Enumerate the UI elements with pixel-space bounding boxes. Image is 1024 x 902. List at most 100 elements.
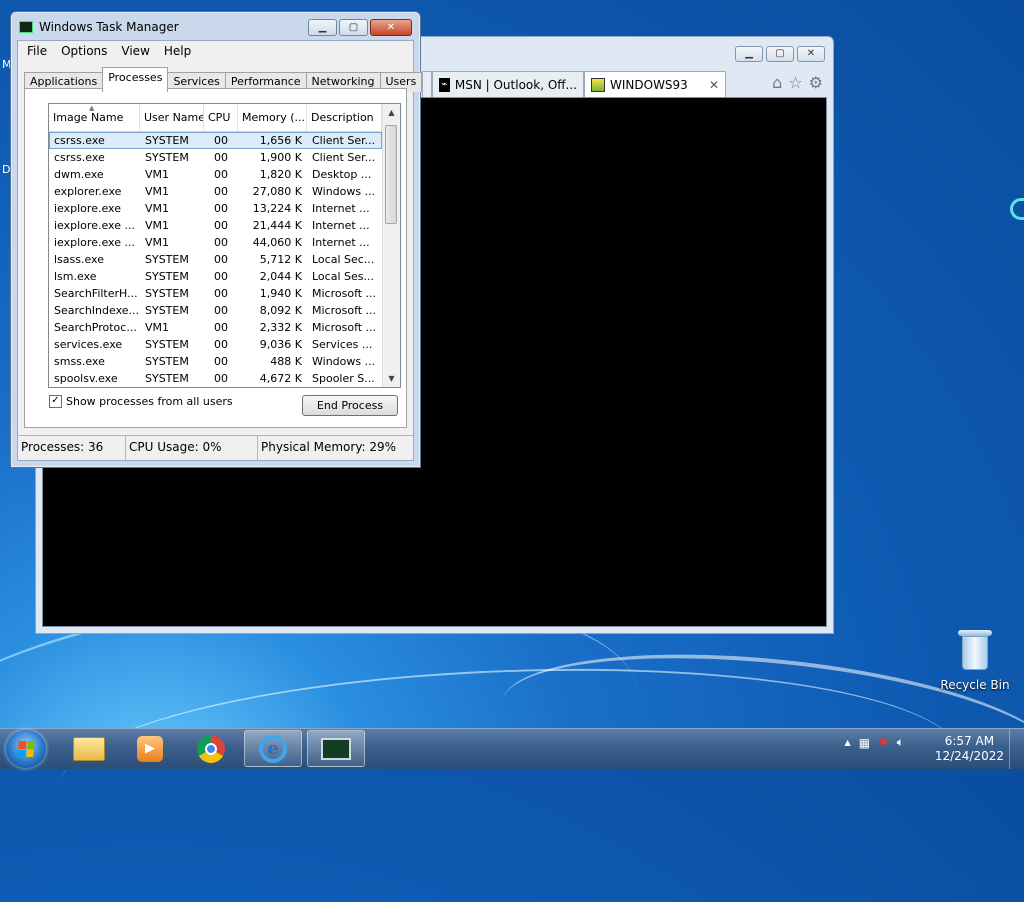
home-icon[interactable]: ⌂ <box>772 73 782 92</box>
browser-toolbar-icons: ⌂ ☆ ⚙ <box>772 73 823 92</box>
show-desktop-button[interactable] <box>1009 729 1024 769</box>
cell-user-name: VM1 <box>145 219 170 232</box>
cell-description: Microsoft ... <box>312 321 377 334</box>
close-button[interactable]: ✕ <box>370 19 412 36</box>
cell-image-name: dwm.exe <box>54 168 104 181</box>
menu-view[interactable]: View <box>114 42 156 60</box>
cell-memory: 8,092 K <box>259 304 302 317</box>
cell-image-name: iexplore.exe <box>54 202 121 215</box>
scroll-down-icon[interactable]: ▼ <box>383 370 400 387</box>
table-row[interactable]: csrss.exe SYSTEM 00 1,656 K Client Ser... <box>49 132 382 149</box>
task-manager-window[interactable]: Windows Task Manager ▁ ▢ ✕ File Options … <box>10 11 423 468</box>
status-cpu-usage: CPU Usage: 0% <box>126 436 258 460</box>
gear-icon[interactable]: ⚙ <box>809 73 823 92</box>
chrome-icon <box>197 734 225 763</box>
table-row[interactable]: SearchIndexe... SYSTEM 00 8,092 K Microsoft … <box>49 302 382 319</box>
process-list[interactable]: ▲ Image Name User Name CPU Memory (... D… <box>48 103 401 388</box>
browser-tab-windows93[interactable]: WINDOWS93 ✕ <box>584 71 726 97</box>
cell-description: Windows ... <box>312 355 376 368</box>
cell-description: Local Ses... <box>312 270 374 283</box>
sort-ascending-icon: ▲ <box>89 104 95 112</box>
cell-image-name: spoolsv.exe <box>54 372 118 385</box>
table-row[interactable]: dwm.exe VM1 00 1,820 K Desktop ... <box>49 166 382 183</box>
table-row[interactable]: SearchFilterH... SYSTEM 00 1,940 K Microsoft… <box>49 285 382 302</box>
cell-description: Services ... <box>312 338 373 351</box>
scrollbar-thumb[interactable] <box>385 125 397 224</box>
window-controls: ▁ ▢ ✕ <box>308 19 412 36</box>
table-row[interactable]: iexplore.exe ... VM1 00 44,060 K Internet ..… <box>49 234 382 251</box>
column-user-name[interactable]: User Name <box>140 104 204 131</box>
status-bar: Processes: 36 CPU Usage: 0% Physical Mem… <box>18 435 413 460</box>
cell-cpu: 00 <box>214 202 228 215</box>
taskbar-chrome[interactable] <box>182 730 240 767</box>
cell-cpu: 00 <box>214 355 228 368</box>
browser-tab-partial[interactable] <box>422 71 432 97</box>
start-button[interactable] <box>6 730 46 768</box>
table-row[interactable]: csrss.exe SYSTEM 00 1,900 K Client Ser... <box>49 149 382 166</box>
cell-cpu: 00 <box>214 372 228 385</box>
tab-processes[interactable]: Processes <box>102 67 169 92</box>
cell-cpu: 00 <box>214 287 228 300</box>
minimize-button[interactable]: ▁ <box>308 19 337 36</box>
menu-file[interactable]: File <box>20 42 54 60</box>
table-row[interactable]: lsass.exe SYSTEM 00 5,712 K Local Sec... <box>49 251 382 268</box>
favorites-star-icon[interactable]: ☆ <box>788 73 802 92</box>
table-row[interactable]: iexplore.exe ... VM1 00 21,444 K Internet ..… <box>49 217 382 234</box>
cell-cpu: 00 <box>214 185 228 198</box>
cell-memory: 1,900 K <box>259 151 302 164</box>
taskbar-media-player[interactable]: ▶ <box>121 730 179 767</box>
table-row[interactable]: explorer.exe VM1 00 27,080 K Windows ... <box>49 183 382 200</box>
menu-options[interactable]: Options <box>54 42 114 60</box>
status-processes: Processes: 36 <box>18 436 126 460</box>
recycle-bin[interactable]: Recycle Bin <box>940 630 1010 692</box>
task-manager-icon <box>321 737 351 760</box>
close-button[interactable]: ✕ <box>797 46 825 62</box>
column-cpu[interactable]: CPU <box>204 104 238 131</box>
cell-memory: 13,224 K <box>252 202 302 215</box>
menu-help[interactable]: Help <box>157 42 198 60</box>
clock-time: 6:57 AM <box>944 734 995 748</box>
show-all-users-checkbox[interactable]: ✓ Show processes from all users <box>49 395 233 408</box>
table-row[interactable]: services.exe SYSTEM 00 9,036 K Services ... <box>49 336 382 353</box>
taskbar-explorer[interactable] <box>60 730 118 767</box>
vertical-scrollbar[interactable]: ▲ ▼ <box>382 104 400 387</box>
cell-user-name: SYSTEM <box>145 372 189 385</box>
column-image-name[interactable]: Image Name <box>49 104 140 131</box>
browser-window-controls: ▁ ▢ ✕ <box>735 46 825 62</box>
msn-icon: ⌁ <box>439 77 450 92</box>
column-description[interactable]: Description <box>307 104 382 131</box>
cell-memory: 1,820 K <box>259 168 302 181</box>
cell-description: Windows ... <box>312 185 376 198</box>
scroll-up-icon[interactable]: ▲ <box>383 104 400 121</box>
cell-image-name: services.exe <box>54 338 123 351</box>
maximize-button[interactable]: ▢ <box>766 46 794 62</box>
checkbox-box[interactable]: ✓ <box>49 395 62 408</box>
end-process-button[interactable]: End Process <box>302 395 398 416</box>
table-row[interactable]: SearchProtoc... VM1 00 2,332 K Microsoft ... <box>49 319 382 336</box>
table-row[interactable]: lsm.exe SYSTEM 00 2,044 K Local Ses... <box>49 268 382 285</box>
show-hidden-icons-icon[interactable]: ▲ <box>845 738 851 747</box>
browser-tab-label: WINDOWS93 <box>610 77 688 92</box>
table-row[interactable]: spoolsv.exe SYSTEM 00 4,672 K Spooler S... <box>49 370 382 387</box>
cell-memory: 2,044 K <box>259 270 302 283</box>
clock[interactable]: 6:57 AM 12/24/2022 <box>935 734 1004 764</box>
cell-image-name: lsass.exe <box>54 253 104 266</box>
table-row[interactable]: smss.exe SYSTEM 00 488 K Windows ... <box>49 353 382 370</box>
volume-icon[interactable]: 🔈︎ <box>897 735 904 750</box>
cell-cpu: 00 <box>214 321 228 334</box>
cell-user-name: VM1 <box>145 168 170 181</box>
column-memory[interactable]: Memory (... <box>238 104 307 131</box>
minimize-button[interactable]: ▁ <box>735 46 763 62</box>
cell-image-name: iexplore.exe ... <box>54 236 135 249</box>
taskbar-task-manager[interactable] <box>307 730 365 767</box>
network-icon[interactable]: ▦ <box>859 736 870 750</box>
browser-tab-msn[interactable]: ⌁ MSN | Outlook, Off... <box>432 71 584 97</box>
taskbar-internet-explorer[interactable]: e <box>244 730 302 767</box>
maximize-button[interactable]: ▢ <box>339 19 368 36</box>
action-center-flag-icon[interactable]: ⚑ <box>878 736 889 750</box>
tab-close-icon[interactable]: ✕ <box>709 78 719 92</box>
status-physical-memory: Physical Memory: 29% <box>261 440 397 454</box>
cell-user-name: VM1 <box>145 202 170 215</box>
cell-user-name: SYSTEM <box>145 355 189 368</box>
table-row[interactable]: iexplore.exe VM1 00 13,224 K Internet ... <box>49 200 382 217</box>
